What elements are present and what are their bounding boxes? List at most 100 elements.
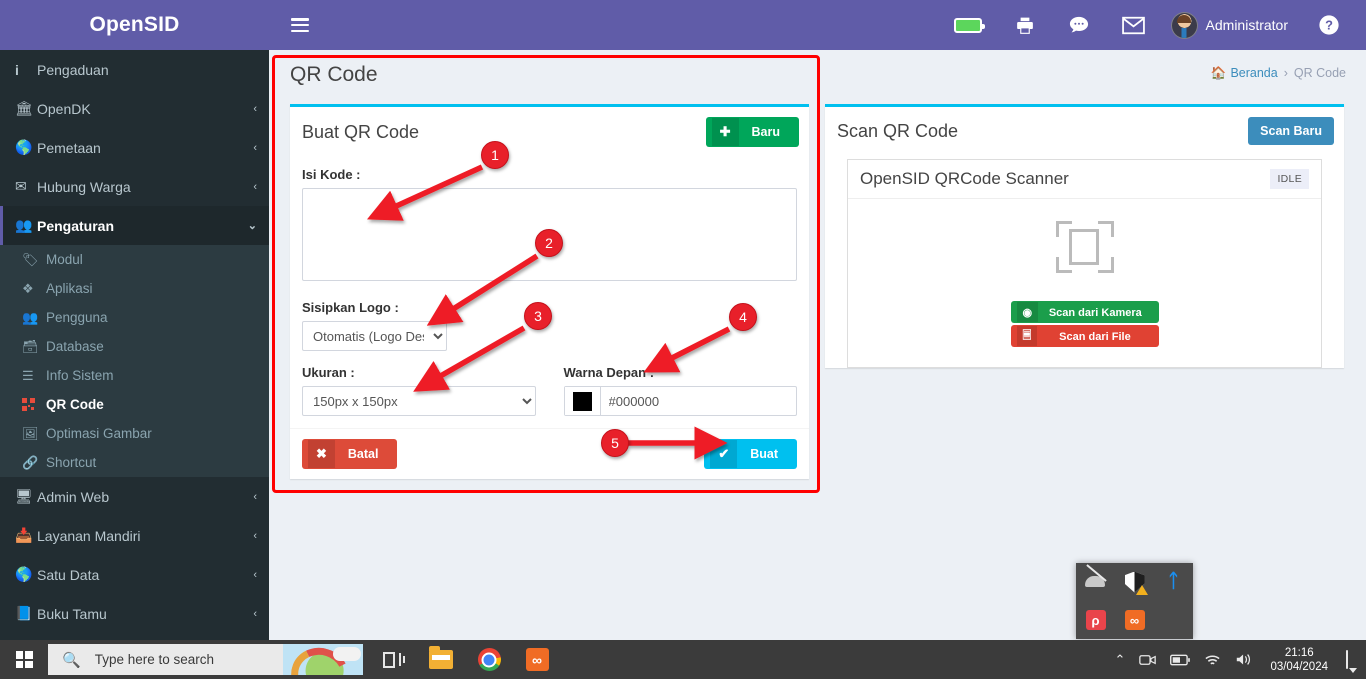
chevron-down-icon: ⌄ — [247, 220, 257, 232]
file-explorer-icon[interactable] — [417, 640, 465, 679]
sidebar-item-label: Pengguna — [46, 310, 108, 325]
link-icon: 🔗 — [22, 454, 39, 470]
chevron-left-icon: ‹ — [253, 141, 257, 154]
sidebar-item-label: Modul — [46, 252, 83, 267]
search-input[interactable]: 🔍 Type here to search — [48, 644, 363, 675]
scan-qr-tools: Scan Baru — [1248, 117, 1334, 145]
sidebar-nav-lower: 🖥 Admin Web ‹ 📥 Layanan Mandiri ‹ 🌎 Satu… — [0, 477, 269, 633]
chrome-icon[interactable] — [465, 640, 513, 679]
database-icon: 🗃 — [22, 338, 39, 354]
sidebar-item-layanan-mandiri[interactable]: 📥 Layanan Mandiri ‹ — [0, 516, 269, 555]
plus-icon: ✚ — [711, 118, 739, 146]
wifi-tray-icon[interactable] — [1197, 653, 1228, 667]
sidebar-item-label: Satu Data — [37, 566, 100, 583]
sidebar-item-buku-tamu[interactable]: 📘 Buku Tamu ‹ — [0, 594, 269, 633]
taskbar: 🔍 Type here to search ∞ ⌃ 21:16 03/04/20… — [0, 640, 1366, 679]
color-input[interactable] — [600, 387, 796, 415]
xampp-tray-icon[interactable]: ∞ — [1124, 609, 1146, 631]
logo-label: Sisipkan Logo : — [302, 300, 399, 315]
battery-tray-icon[interactable] — [1163, 654, 1197, 666]
sidebar-item-pemetaan[interactable]: 🌎 Pemetaan ‹ — [0, 128, 269, 167]
sidebar-item-hubung-warga[interactable]: ✉ Hubung Warga ‹ — [0, 167, 269, 206]
create-qr-tools: ✚ Baru — [705, 117, 799, 147]
sidebar-item-database[interactable]: 🗃 Database — [0, 332, 269, 361]
globe-icon: 🌎 — [15, 139, 33, 155]
windows-start-icon[interactable] — [0, 640, 48, 679]
size-color-row: Ukuran : 150px x 150px Warna Depan : — [302, 365, 797, 416]
chevron-left-icon: ‹ — [253, 607, 257, 620]
sidebar-item-opendk[interactable]: 🏛 OpenDK ‹ — [0, 89, 269, 128]
scan-from-file-button[interactable]: 🗏 Scan dari File — [1010, 325, 1159, 347]
scanner-actions: ◉ Scan dari Kamera 🗏 Scan dari File — [1010, 301, 1159, 347]
sidebar-item-label: Aplikasi — [46, 281, 93, 296]
sidebar-item-modul[interactable]: 🏷 Modul — [0, 245, 269, 274]
sidebar-item-pengaturan[interactable]: 👥 Pengaturan ⌄ — [0, 206, 269, 245]
chat-icon[interactable] — [1052, 0, 1106, 50]
cancel-button[interactable]: ✖ Batal — [302, 439, 398, 469]
chevron-left-icon: ‹ — [253, 180, 257, 193]
cancel-button-label: Batal — [347, 447, 379, 461]
server-icon: ☰ — [22, 367, 34, 383]
pink-app-icon[interactable]: ρ — [1085, 609, 1107, 631]
camera-tray-icon[interactable] — [1132, 653, 1163, 667]
size-select[interactable]: 150px x 150px — [302, 386, 536, 416]
scan-from-camera-button[interactable]: ◉ Scan dari Kamera — [1010, 301, 1159, 323]
submit-button[interactable]: ✔ Buat — [704, 439, 797, 469]
printer-icon[interactable] — [998, 0, 1052, 50]
envelope-icon[interactable] — [1106, 0, 1161, 50]
size-field-group: Ukuran : 150px x 150px — [302, 365, 536, 416]
sidebar-item-optimasi-gambar[interactable]: 🖼 Optimasi Gambar — [0, 419, 269, 448]
breadcrumb-home[interactable]: Beranda — [1230, 66, 1277, 80]
sidebar-item-qr-code[interactable]: QR Code — [0, 390, 269, 419]
user-menu[interactable]: Administrator — [1161, 0, 1304, 50]
action-center-icon[interactable] — [1338, 649, 1360, 669]
new-qr-button[interactable]: ✚ Baru — [705, 117, 799, 147]
hamburger-icon[interactable] — [291, 18, 309, 32]
battery-icon[interactable] — [938, 0, 998, 50]
sidebar-item-label: OpenDK — [37, 100, 91, 117]
tray-chevron-up-icon[interactable]: ⌃ — [1108, 652, 1133, 668]
inbox-icon: 📥 — [15, 527, 33, 543]
chevron-left-icon: ‹ — [253, 529, 257, 542]
check-icon: ✔ — [710, 440, 738, 468]
security-shield-warning-icon[interactable] — [1124, 571, 1148, 595]
sidebar-item-aplikasi[interactable]: ❖ Aplikasi — [0, 274, 269, 303]
brand-logo[interactable]: OpenSID — [0, 0, 269, 50]
sidebar-item-label: Pemetaan — [37, 139, 101, 156]
taskbar-clock[interactable]: 21:16 03/04/2024 — [1260, 646, 1338, 674]
task-view-icon[interactable] — [369, 640, 417, 679]
sidebar-item-label: Buku Tamu — [37, 605, 107, 622]
scan-new-button[interactable]: Scan Baru — [1248, 117, 1334, 145]
code-textarea[interactable] — [302, 188, 797, 281]
volume-tray-icon[interactable] — [1228, 652, 1260, 667]
sidebar-item-admin-web[interactable]: 🖥 Admin Web ‹ — [0, 477, 269, 516]
scan-qr-panel: Scan QR Code Scan Baru OpenSID QRCode Sc… — [825, 104, 1344, 368]
color-field-group: Warna Depan : — [563, 365, 797, 416]
qrcode-icon — [22, 398, 46, 411]
color-label: Warna Depan : — [563, 365, 655, 380]
book-icon: 📘 — [15, 605, 33, 621]
bluetooth-icon[interactable]: ᛏ — [1163, 571, 1185, 593]
users-icon: 👥 — [15, 217, 33, 233]
chevron-left-icon: ‹ — [253, 568, 257, 581]
color-swatch[interactable] — [564, 387, 601, 415]
xampp-icon[interactable]: ∞ — [513, 640, 561, 679]
scan-qr-column: Scan QR Code Scan Baru OpenSID QRCode Sc… — [825, 96, 1344, 479]
sidebar-item-label: Hubung Warga — [37, 178, 131, 195]
breadcrumb: 🏠 Beranda › QR Code — [1211, 66, 1346, 81]
size-label: Ukuran : — [302, 365, 355, 380]
sidebar-item-shortcut[interactable]: 🔗 Shortcut — [0, 448, 269, 477]
sidebar-item-pengguna[interactable]: 👥 Pengguna — [0, 303, 269, 332]
scanner-body: ◉ Scan dari Kamera 🗏 Scan dari File — [848, 199, 1321, 367]
logo-select[interactable]: Otomatis (Logo Desa) — [302, 321, 447, 351]
sidebar-item-satu-data[interactable]: 🌎 Satu Data ‹ — [0, 555, 269, 594]
sidebar-item-info-sistem[interactable]: ☰ Info Sistem — [0, 361, 269, 390]
search-rainbow-illustration — [283, 644, 363, 675]
sidebar-item-pengaduan[interactable]: i Pengaduan — [0, 50, 269, 89]
display-off-icon[interactable] — [1084, 564, 1107, 593]
create-qr-footer: ✖ Batal ✔ Buat — [290, 428, 809, 479]
top-navbar: Administrator ? — [269, 0, 1366, 50]
envelope-icon: ✉ — [15, 178, 27, 194]
help-circle-icon[interactable]: ? — [1304, 0, 1354, 50]
cube-icon: ❖ — [22, 280, 34, 296]
